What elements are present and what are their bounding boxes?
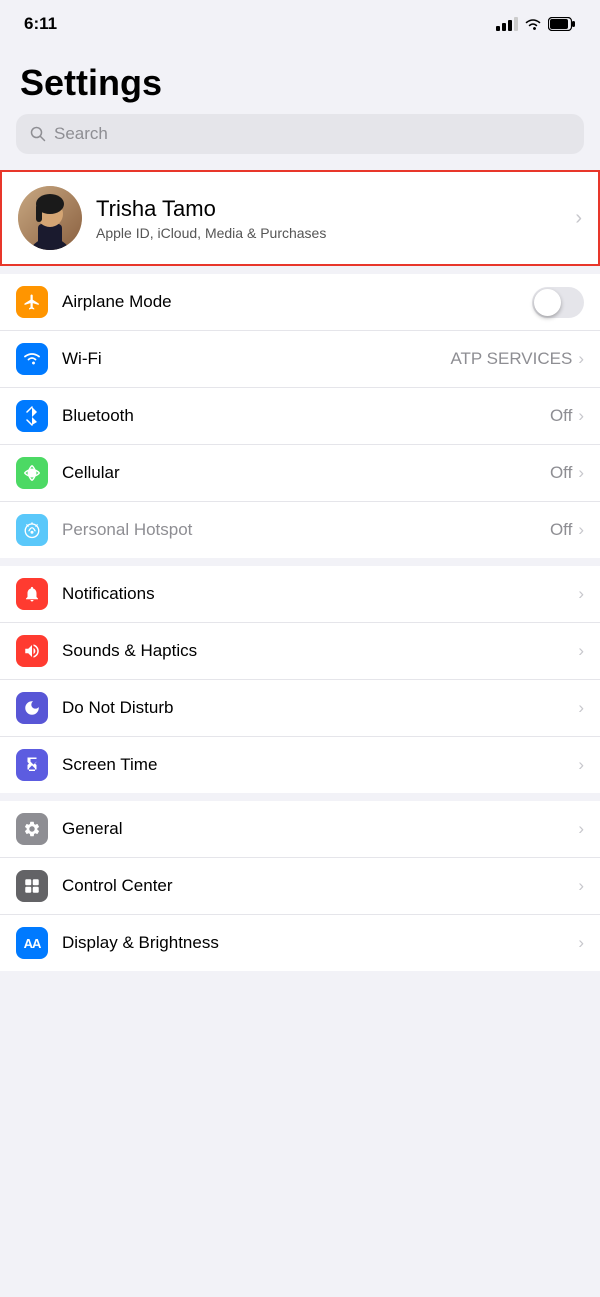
battery-icon: [548, 17, 576, 31]
screentime-chevron: ›: [578, 755, 584, 775]
profile-chevron: ›: [575, 207, 582, 230]
bluetooth-icon: [16, 400, 48, 432]
sounds-icon: [16, 635, 48, 667]
hotspot-value: Off: [550, 520, 572, 540]
status-time: 6:11: [24, 14, 57, 34]
settings-row-wifi[interactable]: Wi-Fi ATP SERVICES ›: [0, 331, 600, 388]
controlcenter-chevron: ›: [578, 876, 584, 896]
bluetooth-label: Bluetooth: [62, 406, 550, 426]
controlcenter-label: Control Center: [62, 876, 578, 896]
hotspot-label: Personal Hotspot: [62, 520, 550, 540]
notifications-label: Notifications: [62, 584, 578, 604]
wifi-chevron: ›: [578, 349, 584, 369]
wifi-value: ATP SERVICES: [450, 349, 572, 369]
bluetooth-value: Off: [550, 406, 572, 426]
search-placeholder: Search: [54, 124, 108, 144]
cellular-icon: [16, 457, 48, 489]
settings-row-screentime[interactable]: Screen Time ›: [0, 737, 600, 793]
general-icon: [16, 813, 48, 845]
hotspot-icon: [16, 514, 48, 546]
status-icons: [496, 17, 576, 31]
donotdisturb-label: Do Not Disturb: [62, 698, 578, 718]
controlcenter-icon: [16, 870, 48, 902]
cellular-label: Cellular: [62, 463, 550, 483]
search-bar[interactable]: Search: [16, 114, 584, 154]
settings-row-cellular[interactable]: Cellular Off ›: [0, 445, 600, 502]
settings-group-notifications: Notifications › Sounds & Haptics › Do No…: [0, 566, 600, 793]
donotdisturb-icon: [16, 692, 48, 724]
general-chevron: ›: [578, 819, 584, 839]
display-chevron: ›: [578, 933, 584, 953]
settings-row-bluetooth[interactable]: Bluetooth Off ›: [0, 388, 600, 445]
avatar-image: [18, 186, 82, 250]
cellular-chevron: ›: [578, 463, 584, 483]
settings-row-hotspot[interactable]: Personal Hotspot Off ›: [0, 502, 600, 558]
sounds-label: Sounds & Haptics: [62, 641, 578, 661]
donotdisturb-chevron: ›: [578, 698, 584, 718]
settings-group-system: General › Control Center › AA Display & …: [0, 801, 600, 971]
settings-row-display[interactable]: AA Display & Brightness ›: [0, 915, 600, 971]
sounds-chevron: ›: [578, 641, 584, 661]
status-bar: 6:11: [0, 0, 600, 42]
settings-row-controlcenter[interactable]: Control Center ›: [0, 858, 600, 915]
profile-name: Trisha Tamo: [96, 196, 575, 222]
settings-row-sounds[interactable]: Sounds & Haptics ›: [0, 623, 600, 680]
general-label: General: [62, 819, 578, 839]
page-title: Settings: [0, 42, 600, 114]
profile-subtitle: Apple ID, iCloud, Media & Purchases: [96, 225, 575, 241]
settings-row-airplane[interactable]: Airplane Mode: [0, 274, 600, 331]
airplane-icon: [16, 286, 48, 318]
avatar: [18, 186, 82, 250]
profile-card[interactable]: Trisha Tamo Apple ID, iCloud, Media & Pu…: [2, 172, 598, 264]
settings-group-connectivity: Airplane Mode Wi-Fi ATP SERVICES › Bluet…: [0, 274, 600, 558]
settings-row-general[interactable]: General ›: [0, 801, 600, 858]
wifi-icon: [16, 343, 48, 375]
settings-row-donotdisturb[interactable]: Do Not Disturb ›: [0, 680, 600, 737]
profile-info: Trisha Tamo Apple ID, iCloud, Media & Pu…: [96, 196, 575, 241]
bluetooth-chevron: ›: [578, 406, 584, 426]
display-icon-text: AA: [24, 936, 41, 951]
search-icon: [30, 126, 46, 142]
display-label: Display & Brightness: [62, 933, 578, 953]
display-icon: AA: [16, 927, 48, 959]
hotspot-chevron: ›: [578, 520, 584, 540]
airplane-toggle[interactable]: [532, 287, 584, 318]
screentime-label: Screen Time: [62, 755, 578, 775]
wifi-label: Wi-Fi: [62, 349, 450, 369]
wifi-status-icon: [524, 17, 542, 31]
notifications-chevron: ›: [578, 584, 584, 604]
screentime-icon: [16, 749, 48, 781]
notifications-icon: [16, 578, 48, 610]
profile-section: Trisha Tamo Apple ID, iCloud, Media & Pu…: [0, 170, 600, 266]
settings-row-notifications[interactable]: Notifications ›: [0, 566, 600, 623]
airplane-label: Airplane Mode: [62, 292, 532, 312]
signal-icon: [496, 17, 518, 31]
cellular-value: Off: [550, 463, 572, 483]
